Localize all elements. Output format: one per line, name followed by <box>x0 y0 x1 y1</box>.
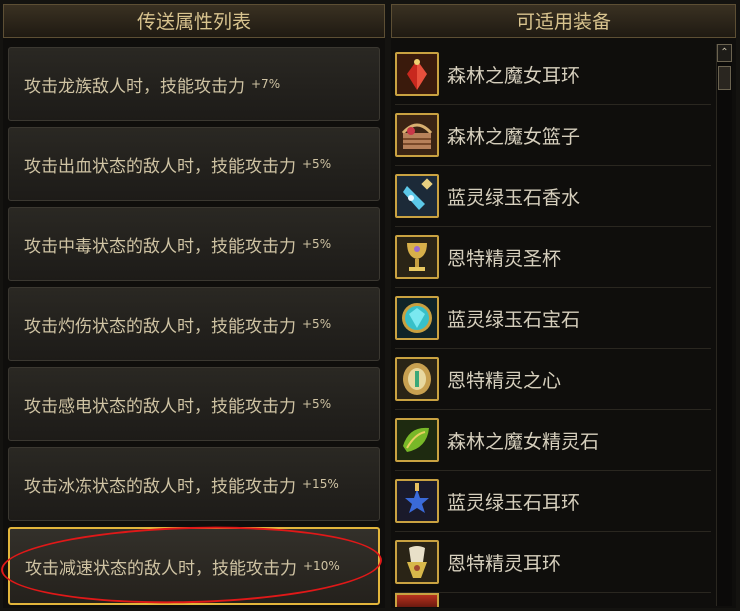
equipment-item[interactable]: 恩特精灵耳环 <box>395 532 711 593</box>
equipment-item[interactable]: 蓝灵绿玉石耳环 <box>395 471 711 532</box>
attribute-bonus: +5% <box>302 237 332 251</box>
equipment-item-partial[interactable] <box>395 593 711 607</box>
equipment-item[interactable]: 恩特精灵之心 <box>395 349 711 410</box>
attribute-text: 攻击龙族敌人时，技能攻击力 <box>24 76 245 97</box>
heart-ornament-icon <box>395 357 439 401</box>
basket-icon <box>395 113 439 157</box>
attribute-bonus: +15% <box>302 477 339 491</box>
attribute-bonus: +5% <box>302 317 332 331</box>
scroll-thumb[interactable] <box>718 66 731 90</box>
equipment-name: 森林之魔女篮子 <box>447 125 581 148</box>
attribute-bonus: +10% <box>303 559 340 573</box>
equipment-name: 蓝灵绿玉石宝石 <box>447 308 581 331</box>
attribute-row[interactable]: 攻击灼伤状态的敌人时，技能攻击力 +5% <box>8 287 380 361</box>
attribute-text: 攻击冰冻状态的敌人时，技能攻击力 <box>24 476 296 497</box>
attribute-row[interactable]: 攻击感电状态的敌人时，技能攻击力 +5% <box>8 367 380 441</box>
attribute-row[interactable]: 攻击减速状态的敌人时，技能攻击力 +10% <box>8 527 380 605</box>
equipment-name: 森林之魔女耳环 <box>447 64 581 87</box>
equipment-item[interactable]: 蓝灵绿玉石宝石 <box>395 288 711 349</box>
attribute-row[interactable]: 攻击中毒状态的敌人时，技能攻击力 +5% <box>8 207 380 281</box>
perfume-bottle-icon <box>395 174 439 218</box>
equipment-item[interactable]: 森林之魔女耳环 <box>395 44 711 105</box>
equipment-item[interactable]: 恩特精灵圣杯 <box>395 227 711 288</box>
attribute-row[interactable]: 攻击冰冻状态的敌人时，技能攻击力 +15% <box>8 447 380 521</box>
ruby-earring-icon <box>395 52 439 96</box>
red-item-icon <box>395 593 439 607</box>
chalice-icon <box>395 235 439 279</box>
attribute-bonus: +7% <box>251 77 281 91</box>
attribute-list: 攻击龙族敌人时，技能攻击力 +7% 攻击出血状态的敌人时，技能攻击力 +5% 攻击中毒状… <box>8 47 380 611</box>
transfer-attribute-panel: 传送属性列表 攻击龙族敌人时，技能攻击力 +7% 攻击出血状态的敌人时，技能攻击力 +… <box>3 4 385 608</box>
equipment-name: 森林之魔女精灵石 <box>447 430 600 453</box>
equipment-item[interactable]: 森林之魔女篮子 <box>395 105 711 166</box>
gold-earring-icon <box>395 540 439 584</box>
applicable-equipment-title: 可适用装备 <box>391 4 736 38</box>
equipment-item[interactable]: 蓝灵绿玉石香水 <box>395 166 711 227</box>
equipment-item[interactable]: 森林之魔女精灵石 <box>395 410 711 471</box>
attribute-row[interactable]: 攻击出血状态的敌人时，技能攻击力 +5% <box>8 127 380 201</box>
attribute-text: 攻击出血状态的敌人时，技能攻击力 <box>24 156 296 177</box>
equipment-list: 森林之魔女耳环 森林之魔女篮子 蓝灵绿玉石香水 恩特精灵圣杯 蓝灵绿玉石宝石 恩特精灵之心… <box>395 44 711 607</box>
green-stone-icon <box>395 418 439 462</box>
equipment-name: 恩特精灵之心 <box>447 369 562 392</box>
equipment-name: 蓝灵绿玉石香水 <box>447 186 581 209</box>
equipment-name: 蓝灵绿玉石耳环 <box>447 491 581 514</box>
attribute-bonus: +5% <box>302 157 332 171</box>
scroll-up-button[interactable]: ⌃ <box>717 44 732 62</box>
attribute-row[interactable]: 攻击龙族敌人时，技能攻击力 +7% <box>8 47 380 121</box>
cyan-gem-icon <box>395 296 439 340</box>
equipment-name: 恩特精灵耳环 <box>447 552 562 575</box>
blue-star-earring-icon <box>395 479 439 523</box>
attribute-text: 攻击灼伤状态的敌人时，技能攻击力 <box>24 316 296 337</box>
transfer-attribute-title: 传送属性列表 <box>3 4 385 38</box>
attribute-text: 攻击中毒状态的敌人时，技能攻击力 <box>24 236 296 257</box>
attribute-bonus: +5% <box>302 397 332 411</box>
equipment-name: 恩特精灵圣杯 <box>447 247 562 270</box>
attribute-text: 攻击感电状态的敌人时，技能攻击力 <box>24 396 296 417</box>
applicable-equipment-panel: 可适用装备 森林之魔女耳环 森林之魔女篮子 蓝灵绿玉石香水 恩特精灵圣杯 蓝灵绿玉石宝石… <box>391 4 736 608</box>
attribute-text: 攻击减速状态的敌人时，技能攻击力 <box>25 558 297 579</box>
equipment-scrollbar[interactable]: ⌃ <box>716 44 732 606</box>
